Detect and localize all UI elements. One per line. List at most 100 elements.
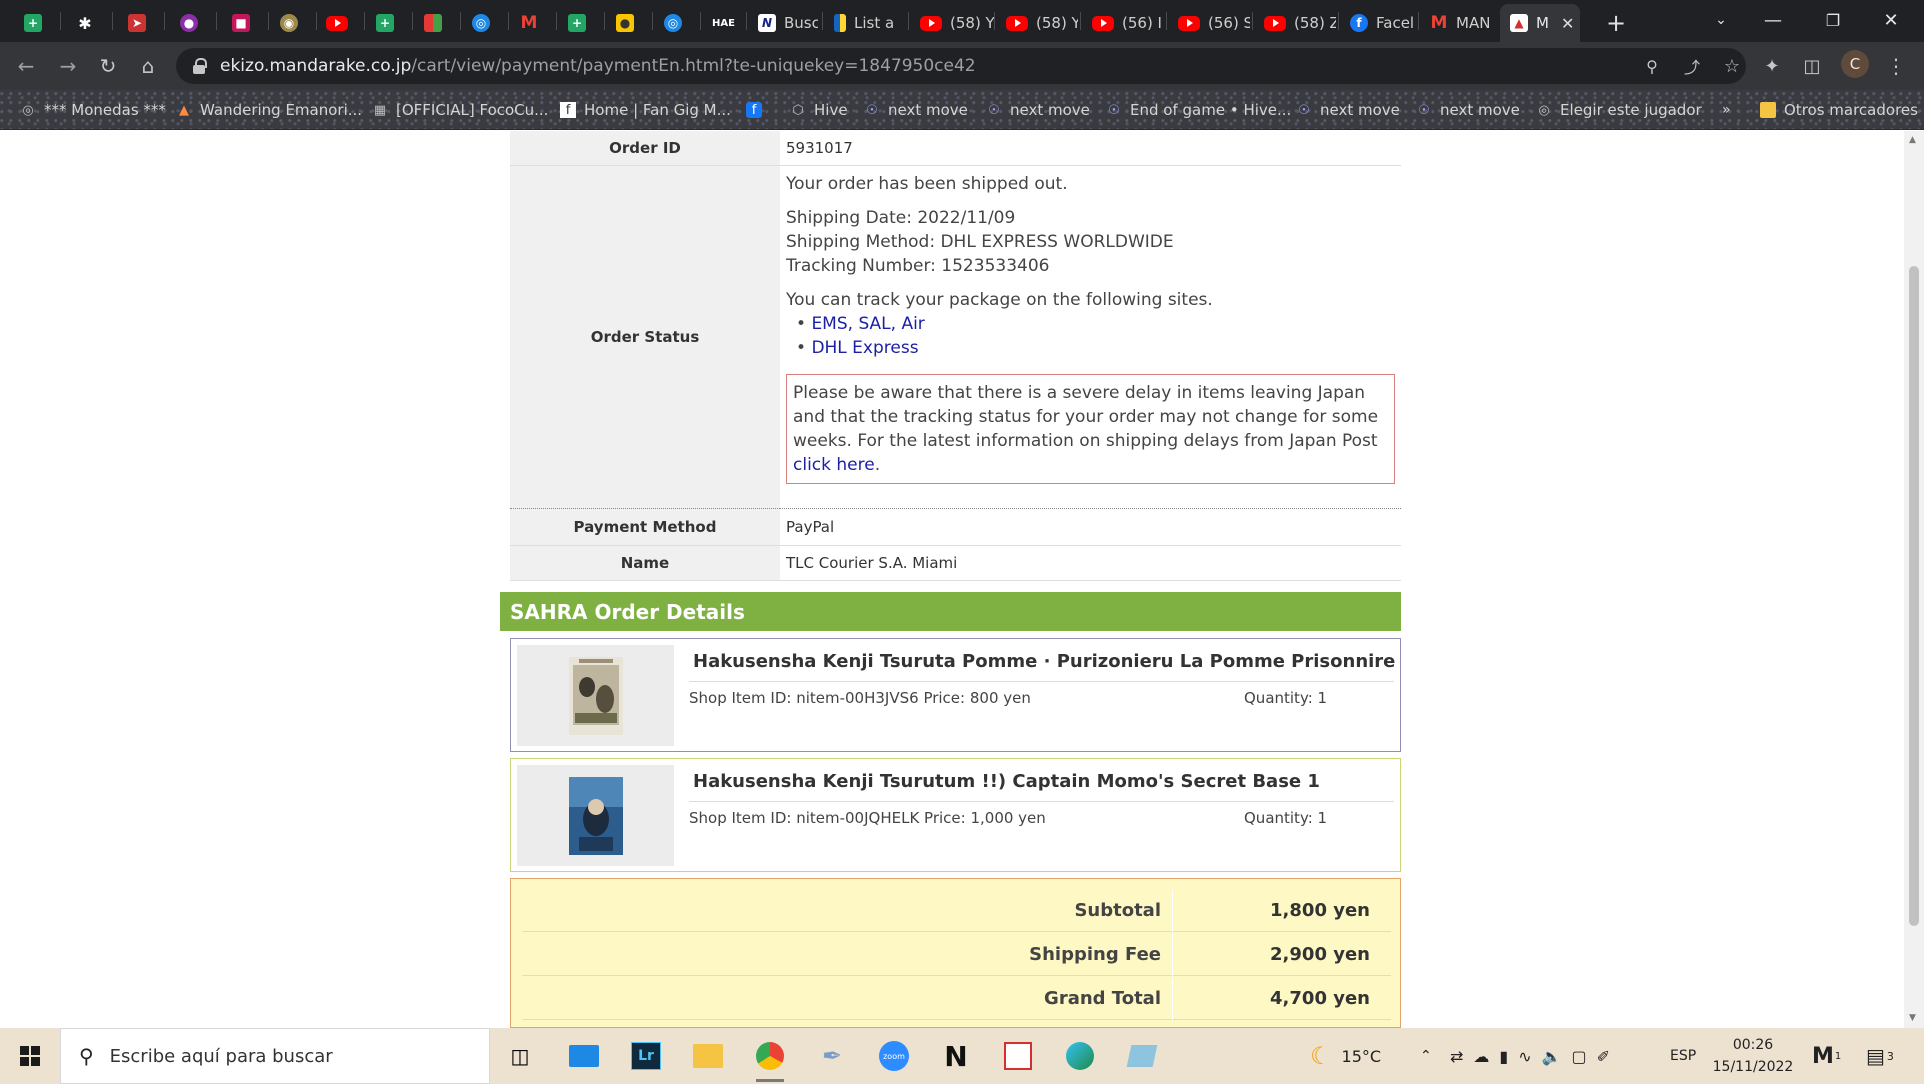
new-tab-button[interactable]: + [1596, 4, 1628, 42]
taskbar-app-notes[interactable] [1122, 1036, 1162, 1076]
tab[interactable]: (56) S [1168, 4, 1250, 42]
payment-row: Payment Method PayPal [510, 508, 1401, 545]
item-title[interactable]: Hakusensha Kenji Tsuruta Pomme · Purizon… [693, 651, 1395, 672]
chrome-icon [756, 1042, 784, 1070]
tab[interactable]: ● [606, 4, 644, 42]
lock-icon[interactable] [192, 58, 207, 74]
weather-widget[interactable]: ☾ 15°C [1310, 1028, 1381, 1084]
youtube-icon [1264, 15, 1286, 31]
profile-avatar[interactable]: C [1841, 50, 1869, 78]
taskbar-app-notion[interactable]: N [936, 1036, 976, 1076]
back-button[interactable]: ← [10, 50, 42, 82]
tray-overflow-button[interactable]: ⌃ [1420, 1028, 1432, 1084]
bookmark[interactable]: ☉ next move [986, 90, 1090, 130]
minimize-button[interactable]: — [1750, 0, 1796, 40]
tab[interactable]: M [510, 4, 548, 42]
bookmark[interactable]: ☉ next move [1416, 90, 1520, 130]
tab[interactable]: M MAN [1420, 4, 1500, 42]
tab[interactable]: ● [170, 4, 208, 42]
bookmark[interactable]: ☉ next move [1296, 90, 1400, 130]
taskbar-app-mail[interactable] [564, 1036, 604, 1076]
task-view-button[interactable]: ◫ [500, 1036, 540, 1076]
battery-icon[interactable]: ▮ [1499, 1047, 1508, 1066]
page-scrollbar[interactable]: ▲ ▼ [1904, 131, 1924, 1028]
reload-button[interactable]: ↻ [92, 50, 124, 82]
close-tab-icon[interactable]: ✕ [1561, 14, 1574, 33]
bookmark[interactable]: ☉ End of game • Hive... [1106, 90, 1291, 130]
restore-button[interactable]: ❐ [1810, 0, 1856, 40]
tab[interactable]: + [14, 4, 52, 42]
tab[interactable]: + [558, 4, 596, 42]
tab[interactable]: (58) Y [996, 4, 1078, 42]
item-thumbnail[interactable] [517, 645, 674, 746]
tab[interactable]: N Busc [748, 4, 818, 42]
taskbar-app-chrome[interactable] [750, 1036, 790, 1082]
address-bar[interactable]: ekizo.mandarake.co.jp/cart/view/payment/… [176, 48, 1746, 84]
tab[interactable] [316, 4, 356, 42]
bookmark[interactable]: ◎ *** Monedas *** [20, 90, 166, 130]
tab[interactable] [414, 4, 452, 42]
side-panel-button[interactable]: ◫ [1796, 50, 1828, 82]
onedrive-icon[interactable]: ☁ [1473, 1047, 1489, 1066]
menu-button[interactable]: ⋮ [1880, 50, 1912, 82]
scroll-down-icon[interactable]: ▼ [1909, 1013, 1916, 1023]
tab[interactable]: (56) I [1082, 4, 1164, 42]
tab-hae[interactable]: HAE [702, 4, 744, 42]
input-language[interactable]: ESP [1670, 1028, 1696, 1084]
volume-icon[interactable]: 🔈 [1542, 1047, 1562, 1066]
bookmark[interactable]: ▲ Wandering Emanori... [176, 90, 362, 130]
item-title[interactable]: Hakusensha Kenji Tsurutum !!) Captain Mo… [693, 771, 1320, 792]
tab[interactable]: List a [824, 4, 904, 42]
forward-button[interactable]: → [52, 50, 84, 82]
taskbar-clock[interactable]: 00:26 15/11/2022 [1708, 1034, 1798, 1078]
tab[interactable]: (58) Y [910, 4, 994, 42]
track-link-ems[interactable]: EMS, SAL, Air [811, 314, 924, 334]
wifi-icon[interactable]: ∿ [1518, 1047, 1531, 1066]
bookmark[interactable]: ☉ next move [864, 90, 968, 130]
tray-mail-app[interactable]: M1 [1812, 1028, 1841, 1084]
tab-search-button[interactable]: ⌄ [1698, 0, 1744, 40]
taskbar-app-lightroom[interactable]: Lr [626, 1036, 666, 1076]
extensions-button[interactable]: ✦ [1756, 50, 1788, 82]
track-link-dhl[interactable]: DHL Express [811, 338, 918, 358]
tab[interactable]: ➤ [118, 4, 156, 42]
tab[interactable]: ✱ [66, 4, 104, 42]
transfer-icon[interactable]: ⇄ [1450, 1047, 1463, 1066]
bookmark[interactable]: f [746, 90, 770, 130]
delay-notice-link[interactable]: click here [793, 455, 875, 475]
close-window-button[interactable]: ✕ [1868, 0, 1914, 40]
taskbar-app-explorer[interactable] [688, 1036, 728, 1076]
taskbar-search-box[interactable]: ⚲ Escribe aquí para buscar [60, 1028, 490, 1084]
tab[interactable]: ◎ [462, 4, 500, 42]
order-info: Order ID 5931017 Order Status Your order… [510, 131, 1401, 581]
tab[interactable]: (58) Z [1254, 4, 1336, 42]
star-icon[interactable]: ☆ [1722, 56, 1742, 77]
bookmark[interactable]: ◎ Elegir este jugador [1536, 90, 1701, 130]
scrollbar-thumb[interactable] [1909, 266, 1919, 926]
taskbar-app-paint[interactable]: ✒ [812, 1036, 852, 1076]
tab[interactable]: f Facel [1340, 4, 1416, 42]
tab-separator [652, 12, 653, 30]
taskbar-app-edge[interactable] [1060, 1036, 1100, 1076]
tab-active[interactable]: ▲ M ✕ [1500, 4, 1580, 42]
tab[interactable]: ◎ [654, 4, 692, 42]
notification-center-button[interactable]: ▤ 3 [1866, 1028, 1894, 1084]
pen-icon[interactable]: ✐ [1597, 1047, 1610, 1066]
taskbar-app-acrobat[interactable] [998, 1036, 1038, 1076]
scroll-up-icon[interactable]: ▲ [1909, 135, 1916, 145]
tab[interactable]: ■ [222, 4, 260, 42]
bookmark[interactable]: ⬡ Hive [790, 90, 847, 130]
display-icon[interactable]: ▢ [1572, 1047, 1587, 1066]
share-icon[interactable]: ⤴ [1682, 56, 1702, 77]
taskbar-app-zoom[interactable]: zoom [874, 1036, 914, 1076]
tab[interactable]: ◉ [270, 4, 308, 42]
item-thumbnail[interactable] [517, 765, 674, 866]
other-bookmarks[interactable]: Otros marcadores [1760, 90, 1918, 130]
bookmarks-overflow-button[interactable]: » [1722, 90, 1731, 130]
zoom-icon[interactable]: ⚲ [1642, 56, 1662, 76]
home-button[interactable]: ⌂ [132, 50, 164, 82]
start-button[interactable] [0, 1028, 60, 1084]
bookmark[interactable]: ▦ [OFFICIAL] FocoCu... [372, 90, 549, 130]
bookmark[interactable]: f Home | Fan Gig M... [560, 90, 731, 130]
tab[interactable]: + [366, 4, 404, 42]
